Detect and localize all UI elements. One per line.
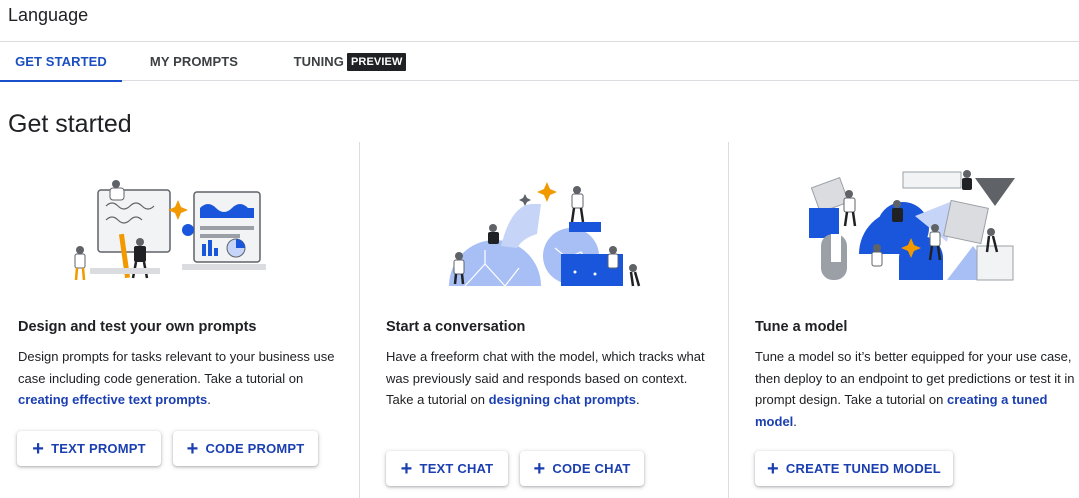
card-tune-model: Tune a model Tune a model so it’s better… bbox=[729, 142, 1079, 498]
create-tuned-model-button[interactable]: + CREATE TUNED MODEL bbox=[755, 451, 953, 486]
plus-icon: + bbox=[400, 457, 413, 480]
tutorial-link[interactable]: designing chat prompts bbox=[489, 392, 636, 407]
text-prompt-button[interactable]: + TEXT PROMPT bbox=[17, 431, 161, 466]
button-label: TEXT PROMPT bbox=[51, 441, 146, 456]
card-description: Have a freeform chat with the model, whi… bbox=[386, 346, 710, 411]
tab-tuning[interactable]: TUNING PREVIEW bbox=[280, 42, 420, 81]
card-description-end: . bbox=[793, 413, 797, 429]
card-start-conversation: Start a conversation Have a freeform cha… bbox=[360, 142, 728, 498]
plus-icon: + bbox=[533, 457, 546, 480]
button-label: CREATE TUNED MODEL bbox=[785, 461, 941, 476]
card-design-prompts: Design and test your own prompts Design … bbox=[0, 142, 359, 498]
text-chat-button[interactable]: + TEXT CHAT bbox=[386, 451, 508, 486]
app-header: Language bbox=[0, 0, 1079, 42]
plus-icon: + bbox=[32, 437, 45, 460]
app-title: Language bbox=[8, 5, 89, 25]
prompt-design-illustration bbox=[74, 180, 266, 281]
code-chat-button[interactable]: + CODE CHAT bbox=[520, 451, 644, 486]
page-title: Get started bbox=[8, 110, 132, 138]
button-label: CODE PROMPT bbox=[205, 441, 305, 456]
card-title: Tune a model bbox=[755, 319, 848, 335]
button-label: CODE CHAT bbox=[552, 461, 631, 476]
tab-bar: GET STARTED MY PROMPTS TUNING PREVIEW bbox=[0, 42, 1079, 82]
tuning-illustration bbox=[809, 170, 1015, 281]
active-tab-indicator bbox=[0, 80, 122, 82]
tab-get-started[interactable]: GET STARTED bbox=[0, 42, 122, 82]
card-description-end: . bbox=[207, 392, 211, 408]
preview-badge: PREVIEW bbox=[347, 52, 407, 71]
plus-icon: + bbox=[767, 457, 779, 480]
button-label: TEXT CHAT bbox=[419, 461, 494, 476]
tab-label: GET STARTED bbox=[15, 54, 107, 69]
card-description: Design prompts for tasks relevant to you… bbox=[18, 346, 343, 411]
card-title: Design and test your own prompts bbox=[18, 319, 257, 335]
conversation-illustration bbox=[449, 182, 641, 287]
plus-icon: + bbox=[186, 437, 199, 460]
tab-label: TUNING bbox=[293, 54, 344, 69]
code-prompt-button[interactable]: + CODE PROMPT bbox=[173, 431, 318, 466]
tab-label: MY PROMPTS bbox=[149, 54, 239, 69]
card-description-text: Design prompts for tasks relevant to you… bbox=[18, 349, 335, 386]
card-title: Start a conversation bbox=[386, 319, 526, 335]
tutorial-link[interactable]: creating effective text prompts bbox=[18, 392, 207, 407]
card-description-end: . bbox=[635, 392, 640, 408]
tab-my-prompts[interactable]: MY PROMPTS bbox=[132, 42, 256, 81]
card-description: Tune a model so it’s better equipped for… bbox=[755, 346, 1075, 432]
